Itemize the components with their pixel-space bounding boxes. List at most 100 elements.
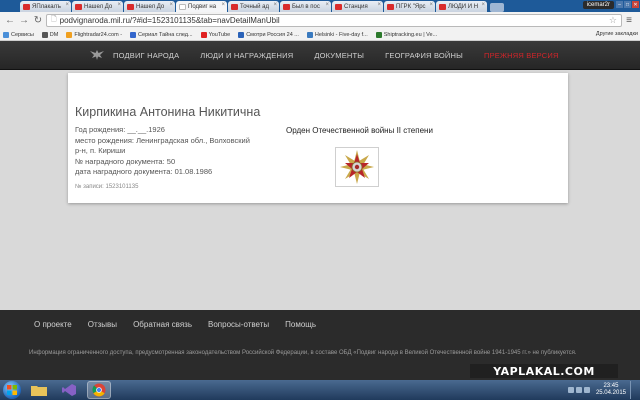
browser-tab[interactable]: Подвиг на × [176,1,227,12]
nav-item[interactable]: ГЕОГРАФИЯ ВОЙНЫ [385,51,463,60]
browser-tab[interactable]: Точный ад × [228,1,279,12]
bookmark-item[interactable]: Сериал Тайна след... [130,31,193,38]
record-detail-line: место рождения: Ленинградская обл., Волх… [75,135,250,145]
maximize-button[interactable]: □ [624,1,631,8]
tab-favicon-icon [335,3,342,10]
browser-tab[interactable]: ЯПлакалъ × [20,1,71,12]
bookmark-star-icon[interactable]: ☆ [609,15,617,26]
address-bar-url: podvignaroda.mil.ru/?#id=1523101135&tab=… [59,16,280,25]
show-desktop-button[interactable] [630,381,636,399]
tab-close-icon[interactable]: × [65,2,69,8]
browser-user-profile[interactable]: icemar2r [582,1,614,9]
record-detail-line: р-н, п. Кириши [75,146,126,155]
tab-label: Нашел До [84,3,113,10]
bookmark-item[interactable]: Shiptracking.eu | Ve... [375,31,438,38]
tab-close-icon[interactable]: × [273,2,277,8]
tab-label: Станция [344,3,368,10]
bookmark-label: DM [49,31,59,38]
tab-label: Нашел До [136,3,165,10]
main-content: Кирпикина Антонина Никитична Год рождени… [0,70,640,310]
bookmark-favicon-icon [375,31,382,38]
system-clock[interactable]: 23:45 25.04.2015 [596,383,626,397]
browser-tab[interactable]: Станция × [332,1,383,12]
clock-time: 23:45 [603,383,619,389]
bookmark-favicon-icon [200,31,207,38]
browser-menu-icon[interactable]: ≡ [622,15,636,26]
tab-label: Точный ад [240,3,270,10]
bookmark-item[interactable]: Смотри Россия 24 ... [238,31,299,38]
clock-date: 25.04.2015 [595,390,626,396]
tab-close-icon[interactable]: × [169,2,173,8]
bookmark-item[interactable]: DM [41,31,59,38]
record-number: № записи: 1523101135 [75,184,139,190]
bookmark-item[interactable]: Сервисы [3,31,34,38]
browser-tab[interactable]: ЛЮДИ И Н × [436,1,487,12]
bookmark-label: Смотри Россия 24 ... [246,31,299,38]
tray-network-icon[interactable] [575,387,582,393]
nav-item[interactable]: ПОДВИГ НАРОДА [113,51,179,60]
footer-link[interactable]: О проекте [34,320,72,329]
other-bookmarks[interactable]: Другие закладки [596,31,638,37]
record-details: Год рождения: __.__.1926 место рождения: … [75,125,250,178]
nav-item[interactable]: ДОКУМЕНТЫ [314,51,364,60]
minimize-button[interactable]: – [616,1,623,8]
person-name: Кирпикина Антонина Никитична [75,105,261,119]
footer-link[interactable]: Вопросы-ответы [208,320,269,329]
bookmark-label: Сервисы [11,31,34,38]
close-window-button[interactable]: ✕ [632,1,639,8]
footer-link[interactable]: Обратная связь [133,320,192,329]
bookmark-favicon-icon [41,31,48,38]
browser-tab[interactable]: ПГРК "Ярс × [384,1,435,12]
new-tab-button[interactable] [490,3,504,12]
bookmark-item[interactable]: YouTube [200,31,231,38]
browser-tab[interactable]: Нашел До × [72,1,123,12]
tab-close-icon[interactable]: × [117,2,121,8]
address-bar-input[interactable]: 🗋 podvignaroda.mil.ru/?#id=1523101135&ta… [46,14,622,27]
bookmark-favicon-icon [306,31,313,38]
watermark-logo: YAPLAKAL.COM [470,364,618,378]
taskbar-chrome-button[interactable] [87,381,111,399]
chrome-icon [92,383,106,397]
back-arrow-icon[interactable]: ← [4,15,16,27]
bookmark-favicon-icon [238,31,245,38]
tab-favicon-icon [179,3,186,10]
visual-studio-icon [62,384,76,396]
footer-links: О проекте Отзывы Обратная связь Вопросы-отв… [34,320,332,329]
nav-item[interactable]: ЛЮДИ И НАГРАЖДЕНИЯ [200,51,293,60]
reload-icon[interactable]: ↻ [32,15,44,27]
bookmark-item[interactable]: Helsinki - Five-day f... [306,31,368,38]
bookmark-item[interactable]: Flightradar24.com - [66,31,123,38]
taskbar-visualstudio-button[interactable] [57,381,81,399]
start-button[interactable] [3,381,21,399]
eagle-emblem-icon[interactable] [89,49,105,61]
taskbar-explorer-button[interactable] [27,381,51,399]
bookmark-label: Shiptracking.eu | Ve... [383,31,438,38]
tab-close-icon[interactable]: × [429,2,433,8]
window-controls: – □ ✕ [615,1,639,8]
record-detail-line: Год рождения: __.__.1926 [75,125,165,134]
record-card: Кирпикина Антонина Никитична Год рождени… [68,73,568,203]
bookmark-label: YouTube [208,31,231,38]
forward-arrow-icon[interactable]: → [18,15,30,27]
award-image[interactable] [335,147,379,187]
browser-tab-strip: ЯПлакалъ × Нашел До × Нашел До × Подвиг на × Точ… [0,0,640,12]
tab-favicon-icon [439,3,446,10]
tab-favicon-icon [23,3,30,10]
tray-flag-icon[interactable] [567,387,574,393]
tab-close-icon[interactable]: × [481,2,485,8]
bookmark-label: Flightradar24.com - [74,31,123,38]
tab-close-icon[interactable]: × [377,2,381,8]
footer-link[interactable]: Отзывы [88,320,117,329]
footer-link[interactable]: Помощь [285,320,316,329]
tab-label: ЯПлакалъ [32,3,61,10]
nav-item[interactable]: ПРЕЖНЯЯ ВЕРСИЯ [484,51,559,60]
browser-toolbar: ← → ↻ 🗋 podvignaroda.mil.ru/?#id=1523101… [0,12,640,29]
browser-tab[interactable]: Был в пос × [280,1,331,12]
tray-volume-icon[interactable] [583,387,590,393]
tray-icons [566,387,590,393]
award-title[interactable]: Орден Отечественной войны II степени [286,126,433,135]
browser-tab[interactable]: Нашел До × [124,1,175,12]
tab-close-icon[interactable]: × [221,2,225,8]
page-info-icon[interactable]: 🗋 [51,15,57,26]
tab-close-icon[interactable]: × [325,2,329,8]
